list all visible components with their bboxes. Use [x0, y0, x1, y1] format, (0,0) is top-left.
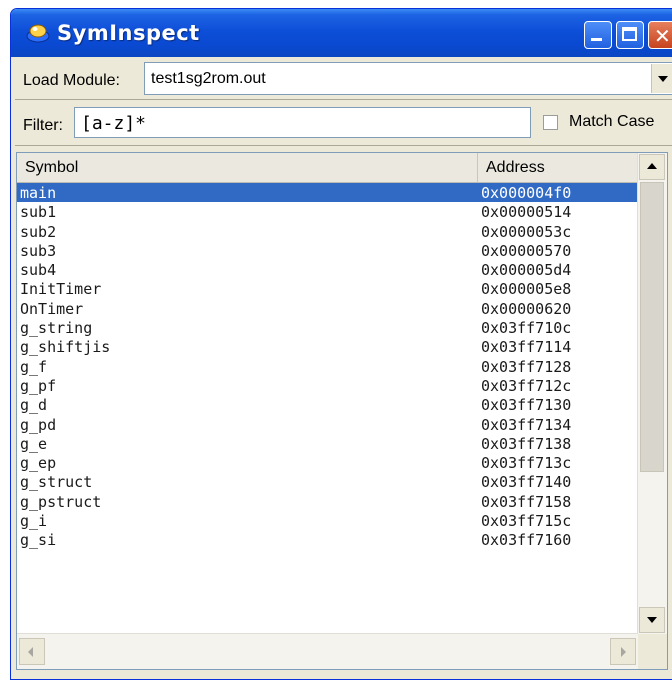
symbol-cell: main: [20, 184, 57, 202]
load-module-select[interactable]: test1sg2rom.out: [144, 62, 672, 95]
scroll-left-button[interactable]: [19, 638, 45, 665]
symbol-cell: sub4: [20, 261, 57, 280]
divider: [15, 99, 672, 100]
table-row[interactable]: sub3 0x00000570: [17, 241, 638, 260]
scroll-right-button[interactable]: [610, 638, 636, 665]
match-case-label[interactable]: Match Case: [569, 113, 654, 131]
table-row[interactable]: g_si 0x03ff7160: [17, 530, 638, 549]
address-cell: 0x00000620: [481, 299, 572, 318]
table-row[interactable]: g_i 0x03ff715c: [17, 511, 638, 530]
symbol-rows: main 0x000004f0 sub1 0x00000514 sub2 0x0000…: [17, 183, 638, 550]
vertical-scroll-thumb[interactable]: [640, 182, 664, 472]
scroll-up-button[interactable]: [639, 154, 665, 180]
table-row[interactable]: g_e 0x03ff7138: [17, 434, 638, 453]
address-cell: 0x000005e8: [481, 280, 572, 299]
minimize-icon: [591, 38, 602, 41]
column-header-address[interactable]: Address: [478, 153, 638, 183]
address-cell: 0x03ff7128: [481, 357, 572, 376]
address-cell: 0x03ff7160: [481, 531, 572, 550]
symbol-cell: OnTimer: [20, 299, 84, 318]
address-cell: 0x000004f0: [481, 184, 572, 202]
table-row[interactable]: sub4 0x000005d4: [17, 260, 638, 279]
symbol-cell: g_ep: [20, 454, 57, 473]
symbol-cell: sub1: [20, 203, 57, 222]
symbol-cell: InitTimer: [20, 280, 102, 299]
symbol-cell: g_shiftjis: [20, 338, 111, 357]
filter-label: Filter:: [23, 117, 63, 134]
chevron-left-icon: [28, 647, 33, 657]
maximize-icon: [622, 27, 637, 41]
filter-input[interactable]: [a-z]*: [74, 107, 531, 138]
symbol-cell: g_pf: [20, 376, 57, 395]
address-cell: 0x03ff7114: [481, 338, 572, 357]
load-module-label: Load Module:: [23, 72, 120, 89]
scroll-down-button[interactable]: [639, 607, 665, 633]
address-cell: 0x03ff710c: [481, 319, 572, 338]
title-bar[interactable]: SymInspect ✕: [11, 9, 672, 57]
symbol-cell: g_f: [20, 357, 48, 376]
symbol-cell: sub3: [20, 241, 57, 260]
syminspect-window: SymInspect ✕ Load Module: test1sg2rom.ou…: [10, 8, 672, 680]
address-cell: 0x03ff712c: [481, 376, 572, 395]
table-row[interactable]: g_shiftjis 0x03ff7114: [17, 337, 638, 356]
chevron-down-icon: [658, 76, 668, 82]
table-row[interactable]: g_struct 0x03ff7140: [17, 472, 638, 491]
table-row[interactable]: OnTimer 0x00000620: [17, 299, 638, 318]
table-row[interactable]: g_d 0x03ff7130: [17, 395, 638, 414]
filter-value: [a-z]*: [81, 113, 147, 134]
vertical-scrollbar[interactable]: [637, 153, 667, 634]
maximize-button[interactable]: [616, 21, 644, 49]
close-button[interactable]: ✕: [648, 21, 672, 49]
address-cell: 0x03ff7130: [481, 396, 572, 415]
app-icon: [26, 24, 50, 43]
column-header-symbol-label: Symbol: [25, 159, 79, 176]
table-row[interactable]: g_string 0x03ff710c: [17, 318, 638, 337]
table-row[interactable]: sub2 0x0000053c: [17, 222, 638, 241]
symbol-cell: g_struct: [20, 473, 93, 492]
address-cell: 0x03ff7134: [481, 415, 572, 434]
table-row[interactable]: main 0x000004f0: [17, 183, 638, 203]
load-module-dropdown-button[interactable]: [651, 64, 672, 93]
horizontal-scrollbar[interactable]: [17, 633, 638, 669]
address-cell: 0x0000053c: [481, 222, 572, 241]
address-cell: 0x03ff7158: [481, 492, 572, 511]
symbol-cell: g_i: [20, 512, 48, 531]
chevron-right-icon: [621, 647, 626, 657]
symbol-cell: g_string: [20, 319, 93, 338]
address-cell: 0x03ff713c: [481, 454, 572, 473]
table-row[interactable]: InitTimer 0x000005e8: [17, 279, 638, 298]
chevron-down-icon: [647, 617, 657, 623]
symbol-cell: g_pstruct: [20, 492, 102, 511]
column-header-address-label: Address: [486, 159, 545, 176]
table-row[interactable]: g_ep 0x03ff713c: [17, 453, 638, 472]
table-row[interactable]: g_pd 0x03ff7134: [17, 415, 638, 434]
symbol-cell: g_pd: [20, 415, 57, 434]
divider: [15, 145, 672, 146]
address-cell: 0x03ff715c: [481, 512, 572, 531]
address-cell: 0x03ff7138: [481, 434, 572, 453]
table-row[interactable]: g_pstruct 0x03ff7158: [17, 492, 638, 511]
match-case-checkbox[interactable]: [543, 115, 558, 130]
load-module-value: test1sg2rom.out: [151, 70, 266, 87]
column-header-symbol[interactable]: Symbol: [17, 153, 478, 183]
symbol-cell: g_si: [20, 531, 57, 550]
table-row[interactable]: g_f 0x03ff7128: [17, 357, 638, 376]
symbol-cell: g_d: [20, 396, 48, 415]
table-row[interactable]: sub1 0x00000514: [17, 202, 638, 221]
window-title: SymInspect: [57, 21, 200, 45]
address-cell: 0x000005d4: [481, 261, 572, 280]
table-row[interactable]: g_pf 0x03ff712c: [17, 376, 638, 395]
scrollbar-corner: [638, 634, 667, 669]
minimize-button[interactable]: [584, 21, 612, 49]
address-cell: 0x00000570: [481, 241, 572, 260]
address-cell: 0x00000514: [481, 203, 572, 222]
symbol-cell: sub2: [20, 222, 57, 241]
address-cell: 0x03ff7140: [481, 473, 572, 492]
chevron-up-icon: [647, 163, 657, 169]
symbol-list[interactable]: Symbol Address main 0x000004f0 sub1 0x0000…: [16, 152, 668, 670]
close-icon: ✕: [654, 24, 671, 48]
symbol-cell: g_e: [20, 434, 48, 453]
